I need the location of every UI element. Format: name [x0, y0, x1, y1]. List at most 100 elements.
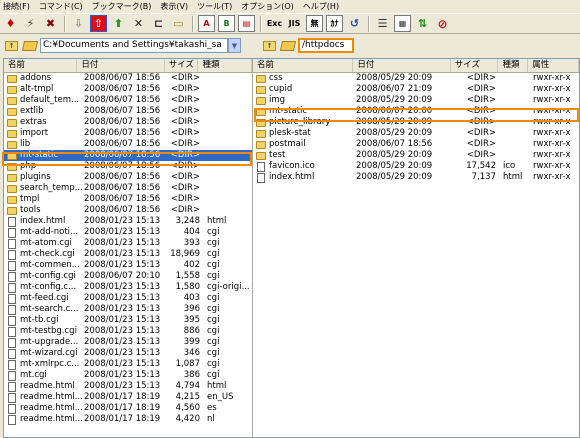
file-type-cell	[500, 95, 530, 106]
sync-icon[interactable]: ⇅	[414, 15, 431, 32]
column-header-date[interactable]: 日付	[353, 59, 451, 72]
chevron-down-icon[interactable]: ▼	[228, 38, 241, 53]
table-row[interactable]: mt-static 2008/06/07 20:00 <DIR> rwxr-xr-x	[253, 106, 579, 117]
kanji-jis-icon[interactable]: JIS	[286, 15, 303, 32]
table-row[interactable]: mt-config.cgi 2008/06/07 20:10 1,558 cgi	[4, 271, 252, 282]
mode-auto-icon[interactable]: A	[198, 15, 215, 32]
table-row[interactable]: tmpl 2008/06/07 18:56 <DIR>	[4, 194, 252, 205]
remote-file-list[interactable]: 名前 日付 サイズ 種類 属性 css 2008/05/29 20:09 <DIR>…	[252, 58, 580, 438]
table-row[interactable]: mt-wizard.cgi 2008/01/23 15:13 346 cgi	[4, 348, 252, 359]
table-row[interactable]: extras 2008/06/07 18:56 <DIR>	[4, 117, 252, 128]
local-path-input[interactable]: C:¥Documents and Settings¥takashi_sa	[40, 38, 228, 53]
table-row[interactable]: mt-check.cgi 2008/01/23 15:13 18,969 cgi	[4, 249, 252, 260]
table-row[interactable]: mt-tb.cgi 2008/01/23 15:13 395 cgi	[4, 315, 252, 326]
table-row[interactable]: addons 2008/06/07 18:56 <DIR>	[4, 73, 252, 84]
connect-icon[interactable]: ♦	[2, 15, 19, 32]
folder-open-icon[interactable]	[21, 39, 38, 52]
file-type-cell	[204, 150, 252, 161]
table-row[interactable]: readme.html... 2008/01/17 18:19 4,215 en_US	[4, 392, 252, 403]
file-name: mt-feed.cgi	[20, 293, 69, 303]
column-header-attr[interactable]: 属性	[528, 59, 579, 72]
table-row[interactable]: plugins 2008/06/07 18:56 <DIR>	[4, 172, 252, 183]
mode-ascii-icon[interactable]: ▤	[238, 15, 255, 32]
column-header-name[interactable]: 名前	[4, 59, 78, 72]
remote-path-input[interactable]: /httpdocs	[298, 38, 354, 53]
table-row[interactable]: cupid 2008/06/07 21:09 <DIR> rwxr-xr-x	[253, 84, 579, 95]
menu-tools[interactable]: ツール(T)	[197, 1, 232, 12]
file-type-cell: cgi	[207, 348, 220, 358]
mode-binary-icon[interactable]: B	[218, 15, 235, 32]
table-row[interactable]: tools 2008/06/07 18:56 <DIR>	[4, 205, 252, 216]
local-file-list[interactable]: 名前 日付 サイズ 種類 addons 2008/06/07 18:56 <DIR>…	[3, 58, 253, 438]
refresh-icon[interactable]: ↺	[346, 15, 363, 32]
table-row[interactable]: plesk-stat 2008/05/29 20:09 <DIR> rwxr-xr-x	[253, 128, 579, 139]
quick-connect-icon[interactable]: ⚡	[22, 15, 39, 32]
file-name: mt-static	[269, 106, 308, 116]
table-row[interactable]: mt-add-noti... 2008/01/23 15:13 404 cgi	[4, 227, 252, 238]
table-row[interactable]: readme.html... 2008/01/17 18:19 4,420 nl	[4, 414, 252, 425]
table-row[interactable]: readme.html 2008/01/23 15:13 4,794 html	[4, 381, 252, 392]
disconnect-icon[interactable]: ✖	[42, 15, 59, 32]
table-row[interactable]: index.html 2008/05/29 20:09 7,137 html rwxr-…	[253, 172, 579, 183]
table-row[interactable]: mt-xmlrpc.c... 2008/01/23 15:13 1,087 cgi	[4, 359, 252, 370]
stop-icon[interactable]: ⊘	[434, 15, 451, 32]
table-row[interactable]: extlib 2008/06/07 18:56 <DIR>	[4, 106, 252, 117]
delete-icon[interactable]: ✕	[130, 15, 147, 32]
detail-view-icon[interactable]: ▦	[394, 15, 411, 32]
menu-help[interactable]: ヘルプ(H)	[303, 1, 339, 12]
table-row[interactable]: css 2008/05/29 20:09 <DIR> rwxr-xr-x	[253, 73, 579, 84]
new-folder-icon[interactable]: ▭	[170, 15, 187, 32]
table-row[interactable]: search_temp... 2008/06/07 18:56 <DIR>	[4, 183, 252, 194]
menu-bookmark[interactable]: ブックマーク(B)	[92, 1, 152, 12]
file-size-cell: 886	[183, 326, 200, 336]
folder-open-icon[interactable]	[279, 39, 296, 52]
file-type-cell	[500, 106, 530, 117]
mirror-upload-icon[interactable]: ⬆	[110, 15, 127, 32]
menu-options[interactable]: オプション(O)	[241, 1, 294, 12]
table-row[interactable]: index.html 2008/01/23 15:13 3,248 html	[4, 216, 252, 227]
table-row[interactable]: mt-upgrade... 2008/01/23 15:13 399 cgi	[4, 337, 252, 348]
download-icon[interactable]: ⇩	[70, 15, 87, 32]
column-header-size[interactable]: サイズ	[165, 59, 199, 72]
kana-icon[interactable]: ｶﾅ	[326, 15, 343, 32]
table-row[interactable]: mt-testbg.cgi 2008/01/23 15:13 886 cgi	[4, 326, 252, 337]
table-row[interactable]: readme.html... 2008/01/17 18:19 4,560 es	[4, 403, 252, 414]
menu-view[interactable]: 表示(V)	[160, 1, 188, 12]
table-row[interactable]: mt-config.c... 2008/01/23 15:13 1,580 cgi-o…	[4, 282, 252, 293]
file-size-cell: <DIR>	[466, 84, 496, 94]
column-header-name[interactable]: 名前	[253, 59, 354, 72]
table-row[interactable]: postmail 2008/06/07 18:56 <DIR> rwxr-xr-x	[253, 139, 579, 150]
table-row[interactable]: picture_library 2008/05/29 20:09 <DIR> rwxr…	[253, 117, 579, 128]
file-name: extlib	[20, 106, 44, 116]
table-row[interactable]: mt-atom.cgi 2008/01/23 15:13 393 cgi	[4, 238, 252, 249]
list-view-icon[interactable]: ☰	[374, 15, 391, 32]
file-name-cell: tools	[4, 205, 82, 216]
table-row[interactable]: alt-tmpl 2008/06/07 18:56 <DIR>	[4, 84, 252, 95]
table-row[interactable]: php 2008/06/07 18:56 <DIR>	[4, 161, 252, 172]
menu-connect[interactable]: 接続(F)	[3, 1, 30, 12]
column-header-type[interactable]: 種類	[498, 59, 529, 72]
table-row[interactable]: import 2008/06/07 18:56 <DIR>	[4, 128, 252, 139]
rename-icon[interactable]: ⊏	[150, 15, 167, 32]
kanji-none-icon[interactable]: 無	[306, 15, 323, 32]
upload-icon[interactable]: ⇧	[90, 15, 107, 32]
table-row[interactable]: mt-search.c... 2008/01/23 15:13 396 cgi	[4, 304, 252, 315]
column-header-type[interactable]: 種類	[198, 59, 252, 72]
column-header-size[interactable]: サイズ	[451, 59, 499, 72]
table-row[interactable]: favicon.ico 2008/05/29 20:09 17,542 ico rwxr…	[253, 161, 579, 172]
column-header-date[interactable]: 日付	[77, 59, 165, 72]
table-row[interactable]: mt.cgi 2008/01/23 15:13 386 cgi	[4, 370, 252, 381]
folder-up-icon[interactable]: ↑	[262, 39, 277, 52]
table-row[interactable]: mt-feed.cgi 2008/01/23 15:13 403 cgi	[4, 293, 252, 304]
table-row[interactable]: test 2008/05/29 20:09 <DIR> rwxr-xr-x	[253, 150, 579, 161]
file-size-cell: <DIR>	[466, 117, 496, 127]
table-row[interactable]: default_tem... 2008/06/07 18:56 <DIR>	[4, 95, 252, 106]
folder-up-icon[interactable]: ↑	[4, 39, 19, 52]
table-row[interactable]: img 2008/05/29 20:09 <DIR> rwxr-xr-x	[253, 95, 579, 106]
table-row[interactable]: lib 2008/06/07 18:56 <DIR>	[4, 139, 252, 150]
file-type-cell	[204, 128, 252, 139]
kanji-exc-icon[interactable]: Exc	[266, 15, 283, 32]
table-row[interactable]: mt-static 2008/06/07 18:56 <DIR>	[4, 150, 252, 161]
menu-command[interactable]: コマンド(C)	[39, 1, 83, 12]
table-row[interactable]: mt-commen... 2008/01/23 15:13 402 cgi	[4, 260, 252, 271]
